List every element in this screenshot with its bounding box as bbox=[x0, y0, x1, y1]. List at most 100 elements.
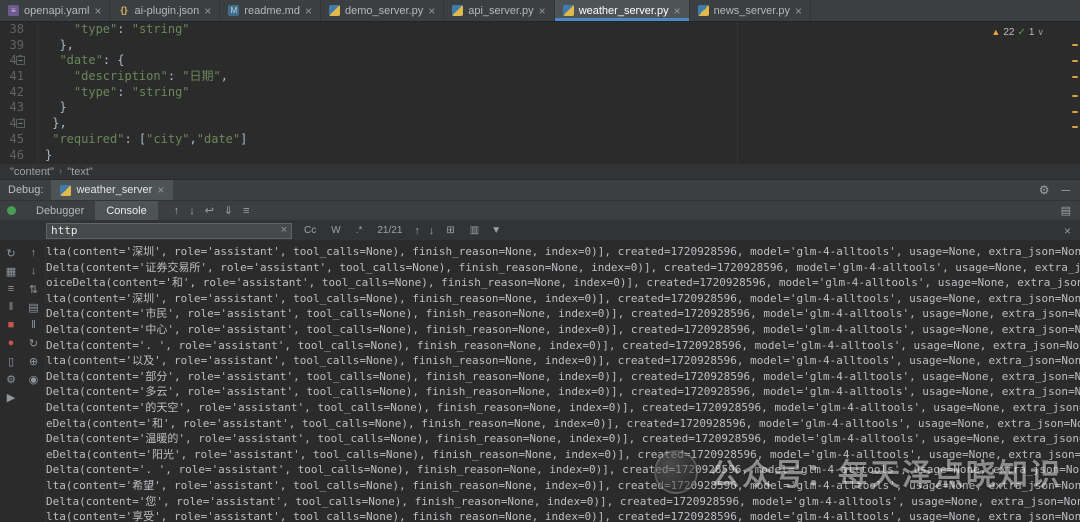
editor-code[interactable]: "type": "string" }, "date": { "descripti… bbox=[38, 22, 1080, 164]
search-field[interactable]: × bbox=[46, 223, 292, 239]
fold-icon[interactable]: − bbox=[16, 56, 25, 65]
mute-breakpoints-icon[interactable]: ● bbox=[3, 336, 19, 350]
debug-left-toolbar: ↻ ▦ ≡ ‖ ■ ● ▯ ⚙ ▶ bbox=[0, 241, 22, 522]
editor-tab-demo_server.py[interactable]: demo_server.py× bbox=[321, 0, 444, 21]
debug-view-tab-row: DebuggerConsole ↑ ↓ ↩ ⇓ ≡ ▤ bbox=[0, 201, 1080, 221]
check-icon: ✓ bbox=[1017, 25, 1025, 41]
warning-stripe-mark[interactable] bbox=[1072, 60, 1078, 62]
chevron-right-icon: › bbox=[59, 166, 62, 177]
close-icon[interactable]: × bbox=[305, 5, 312, 17]
error-stripe[interactable] bbox=[1070, 22, 1080, 164]
gutter-line: 41 bbox=[0, 69, 24, 85]
clear-console-icon[interactable]: ▯ bbox=[3, 354, 19, 368]
options-menu-icon[interactable]: ≡ bbox=[3, 282, 19, 296]
code-line: "required": ["city","date"] bbox=[45, 132, 1080, 148]
py-file-icon bbox=[698, 5, 709, 16]
console-line: Delta(content='市民', role='assistant', to… bbox=[46, 306, 1080, 322]
console-line: Delta(content='证券交易所', role='assistant',… bbox=[46, 260, 1080, 276]
down-stack-icon[interactable]: ↓ bbox=[189, 205, 195, 217]
next-occurrence-icon[interactable]: ↓ bbox=[26, 264, 42, 278]
soft-wrap-icon[interactable]: ↩ bbox=[205, 204, 214, 217]
pin-icon[interactable]: ▶ bbox=[3, 390, 19, 404]
console-line: lta(content='深圳', role='assistant', tool… bbox=[46, 291, 1080, 307]
match-case-toggle[interactable]: Cc bbox=[301, 224, 319, 237]
editor-tab-ai-plugin.json[interactable]: {}ai-plugin.json× bbox=[110, 0, 220, 21]
editor-tab-bar: ≡openapi.yaml×{}ai-plugin.json×Mreadme.m… bbox=[0, 0, 1080, 22]
ok-count: 1 bbox=[1029, 25, 1035, 41]
clear-search-icon[interactable]: × bbox=[281, 225, 287, 236]
close-icon[interactable]: × bbox=[539, 5, 546, 17]
fold-icon[interactable]: − bbox=[16, 119, 25, 128]
debug-session-tab[interactable]: weather_server × bbox=[51, 180, 173, 200]
close-icon[interactable]: × bbox=[157, 184, 164, 196]
record-icon[interactable]: ◉ bbox=[26, 372, 42, 386]
tab-debugger[interactable]: Debugger bbox=[25, 201, 95, 220]
console-toolbar: ↑ ↓ ↩ ⇓ ≡ bbox=[174, 201, 250, 220]
regex-toggle[interactable]: .* bbox=[353, 224, 366, 237]
console-search-input[interactable] bbox=[51, 224, 281, 237]
scroll-to-end-icon[interactable]: ⇓ bbox=[224, 204, 233, 217]
close-icon[interactable]: × bbox=[94, 5, 101, 17]
editor-tab-weather_server.py[interactable]: weather_server.py × bbox=[555, 0, 690, 21]
tab-label: weather_server.py bbox=[579, 5, 669, 17]
layout-settings-icon[interactable]: ▤ bbox=[1061, 204, 1071, 217]
search-history-icon[interactable]: ▥ bbox=[467, 224, 482, 237]
console-menu-icon[interactable]: ≡ bbox=[243, 205, 249, 217]
close-find-bar-icon[interactable]: × bbox=[1064, 225, 1080, 237]
console-line: lta(content='深圳', role='assistant', tool… bbox=[46, 244, 1080, 260]
prev-occurrence-icon[interactable]: ↑ bbox=[26, 246, 42, 260]
pause-icon[interactable]: ‖ bbox=[3, 300, 19, 314]
pause-output-icon[interactable]: ‖ bbox=[26, 318, 42, 332]
console-line: Delta(content='部分', role='assistant', to… bbox=[46, 369, 1080, 385]
editor-tab-readme.md[interactable]: Mreadme.md× bbox=[220, 0, 321, 21]
warning-stripe-mark[interactable] bbox=[1072, 126, 1078, 128]
rerun-icon[interactable]: ↻ bbox=[3, 246, 19, 260]
prev-match-button[interactable]: ↑ bbox=[414, 225, 420, 237]
console-line: Delta(content='. ', role='assistant', to… bbox=[46, 462, 1080, 478]
warning-stripe-mark[interactable] bbox=[1072, 95, 1078, 97]
whole-words-toggle[interactable]: W bbox=[328, 224, 343, 237]
console-line: Delta(content='多云', role='assistant', to… bbox=[46, 384, 1080, 400]
python-file-icon bbox=[60, 185, 71, 196]
warning-stripe-mark[interactable] bbox=[1072, 76, 1078, 78]
settings-icon[interactable]: ⚙ bbox=[3, 372, 19, 386]
expand-all-icon[interactable]: ⊕ bbox=[26, 354, 42, 368]
gutter-line: 40− bbox=[0, 53, 24, 69]
close-icon[interactable]: × bbox=[204, 5, 211, 17]
filter-icon[interactable]: ▼ bbox=[491, 225, 501, 236]
console-line: lta(content='享受', role='assistant', tool… bbox=[46, 509, 1080, 522]
gutter-line: 45 bbox=[0, 132, 24, 148]
hide-icon[interactable]: ─ bbox=[1061, 183, 1070, 197]
close-icon[interactable]: × bbox=[428, 5, 435, 17]
refresh-icon[interactable]: ↻ bbox=[26, 336, 42, 350]
py-file-icon bbox=[329, 5, 340, 16]
close-icon[interactable]: × bbox=[674, 5, 681, 17]
editor-tab-news_server.py[interactable]: news_server.py× bbox=[690, 0, 811, 21]
warning-stripe-mark[interactable] bbox=[1072, 111, 1078, 113]
gutter-line: 46 bbox=[0, 148, 24, 164]
up-stack-icon[interactable]: ↑ bbox=[174, 205, 180, 217]
match-counter: 21/21 bbox=[377, 225, 402, 236]
next-match-button[interactable]: ↓ bbox=[429, 225, 435, 237]
restore-layout-icon[interactable]: ▦ bbox=[3, 264, 19, 278]
debug-console[interactable]: ↻ ▦ ≡ ‖ ■ ● ▯ ⚙ ▶ ↑ ↓ ⇅ ▤ ‖ ↻ ⊕ ◉ lta(content='深圳', rol… bbox=[0, 241, 1080, 522]
warning-stripe-mark[interactable] bbox=[1072, 44, 1078, 46]
breadcrumb-item-text[interactable]: "text" bbox=[67, 166, 93, 178]
multiline-search-icon[interactable]: ⊞ bbox=[443, 224, 457, 237]
debug-label: Debug: bbox=[0, 180, 51, 200]
breadcrumb-item-content[interactable]: "content" bbox=[10, 166, 54, 178]
view-options-icon[interactable]: ▤ bbox=[26, 300, 42, 314]
console-output[interactable]: lta(content='深圳', role='assistant', tool… bbox=[46, 241, 1080, 522]
sort-icon[interactable]: ⇅ bbox=[26, 282, 42, 296]
inspections-widget[interactable]: ▲ 22 ✓ 1 ∨ bbox=[991, 25, 1044, 41]
breadcrumb[interactable]: "content" › "text" bbox=[0, 164, 1080, 180]
code-line: "description": "日期", bbox=[45, 69, 1080, 85]
gear-icon[interactable]: ⚙ bbox=[1039, 183, 1050, 197]
code-editor[interactable]: 383940−41424344−4546 "type": "string" },… bbox=[0, 22, 1080, 164]
debug-view-tabs: DebuggerConsole bbox=[25, 201, 158, 220]
tab-console[interactable]: Console bbox=[95, 201, 157, 220]
close-icon[interactable]: × bbox=[795, 5, 802, 17]
editor-tab-openapi.yaml[interactable]: ≡openapi.yaml× bbox=[0, 0, 110, 21]
stop-icon[interactable]: ■ bbox=[3, 318, 19, 332]
editor-tab-api_server.py[interactable]: api_server.py× bbox=[444, 0, 554, 21]
